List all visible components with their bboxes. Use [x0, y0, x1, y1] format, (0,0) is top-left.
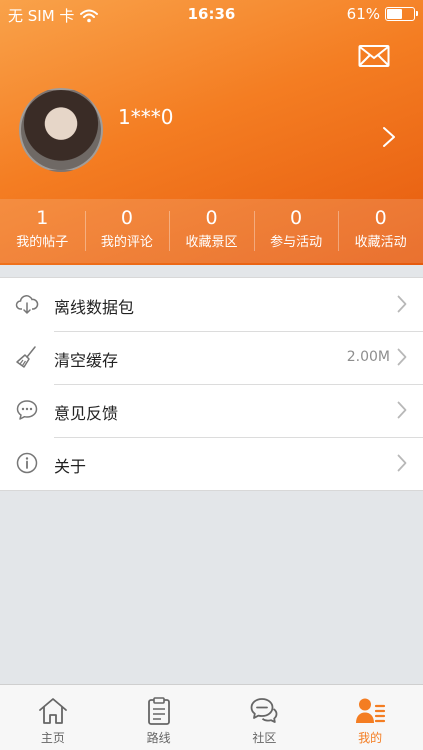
tab-bar: 主页 路线 社区 我的: [0, 684, 423, 750]
profile-header: 无 SIM 卡 16:36 61% 1***0 1 我的帖子 0 我的评论 0 …: [0, 0, 423, 265]
tab-community[interactable]: 社区: [212, 685, 318, 750]
menu-item-label: 关于: [54, 457, 87, 476]
info-icon: [16, 452, 38, 474]
tab-label: 主页: [40, 731, 65, 745]
chevron-right-icon: [397, 348, 407, 366]
chevron-right-icon: [397, 401, 407, 419]
clipboard-icon: [147, 697, 170, 725]
tab-home[interactable]: 主页: [0, 685, 106, 750]
stat-count: 0: [290, 207, 303, 229]
chevron-right-icon[interactable]: [382, 126, 396, 148]
avatar[interactable]: [19, 88, 103, 172]
stat-joined-events[interactable]: 0 参与活动: [253, 199, 339, 263]
stat-label: 参与活动: [270, 235, 323, 250]
stat-count: 0: [374, 207, 387, 229]
chat-bubbles-icon: [250, 698, 278, 723]
stat-label: 我的评论: [100, 235, 153, 250]
tab-label: 路线: [146, 731, 171, 745]
stat-saved-events[interactable]: 0 收藏活动: [338, 199, 423, 263]
settings-menu: 离线数据包 清空缓存 2.00M 意见反馈 关于: [0, 277, 423, 491]
menu-item-label: 意见反馈: [54, 404, 119, 423]
battery-icon: [385, 7, 418, 21]
stat-label: 收藏景区: [185, 235, 238, 250]
stat-label: 收藏活动: [354, 235, 407, 250]
chevron-right-icon: [397, 454, 407, 472]
tab-label: 社区: [252, 731, 277, 745]
battery-level: [387, 9, 403, 19]
user-icon: [356, 698, 386, 723]
home-icon: [38, 698, 67, 724]
stat-my-comments[interactable]: 0 我的评论: [84, 199, 170, 263]
stat-saved-spots[interactable]: 0 收藏景区: [169, 199, 254, 263]
stat-count: 0: [120, 207, 133, 229]
battery-percent: 61%: [346, 5, 380, 23]
mail-icon[interactable]: [358, 44, 390, 68]
stat-count: 1: [36, 207, 49, 229]
status-right: 61%: [346, 5, 418, 23]
stat-my-posts[interactable]: 1 我的帖子: [0, 199, 85, 263]
chevron-right-icon: [397, 295, 407, 313]
broom-icon: [16, 346, 36, 368]
stat-count: 0: [205, 207, 218, 229]
menu-item-about[interactable]: 关于: [0, 437, 423, 490]
tab-label: 我的: [358, 731, 383, 745]
cache-size: 2.00M: [346, 349, 390, 365]
chat-bubble-icon: [16, 400, 38, 420]
tab-routes[interactable]: 路线: [106, 685, 212, 750]
stats-bar: 1 我的帖子 0 我的评论 0 收藏景区 0 参与活动 0 收藏活动: [0, 199, 423, 263]
menu-item-feedback[interactable]: 意见反馈: [0, 384, 423, 437]
menu-item-clear-cache[interactable]: 清空缓存 2.00M: [0, 331, 423, 384]
status-bar: 无 SIM 卡 16:36 61%: [0, 0, 423, 28]
menu-item-offline-data[interactable]: 离线数据包: [0, 278, 423, 331]
menu-item-label: 离线数据包: [54, 298, 135, 317]
menu-item-label: 清空缓存: [54, 351, 119, 370]
stat-label: 我的帖子: [16, 235, 69, 250]
username[interactable]: 1***0: [118, 105, 173, 129]
tab-mine[interactable]: 我的: [317, 685, 423, 750]
cloud-download-icon: [15, 295, 39, 314]
